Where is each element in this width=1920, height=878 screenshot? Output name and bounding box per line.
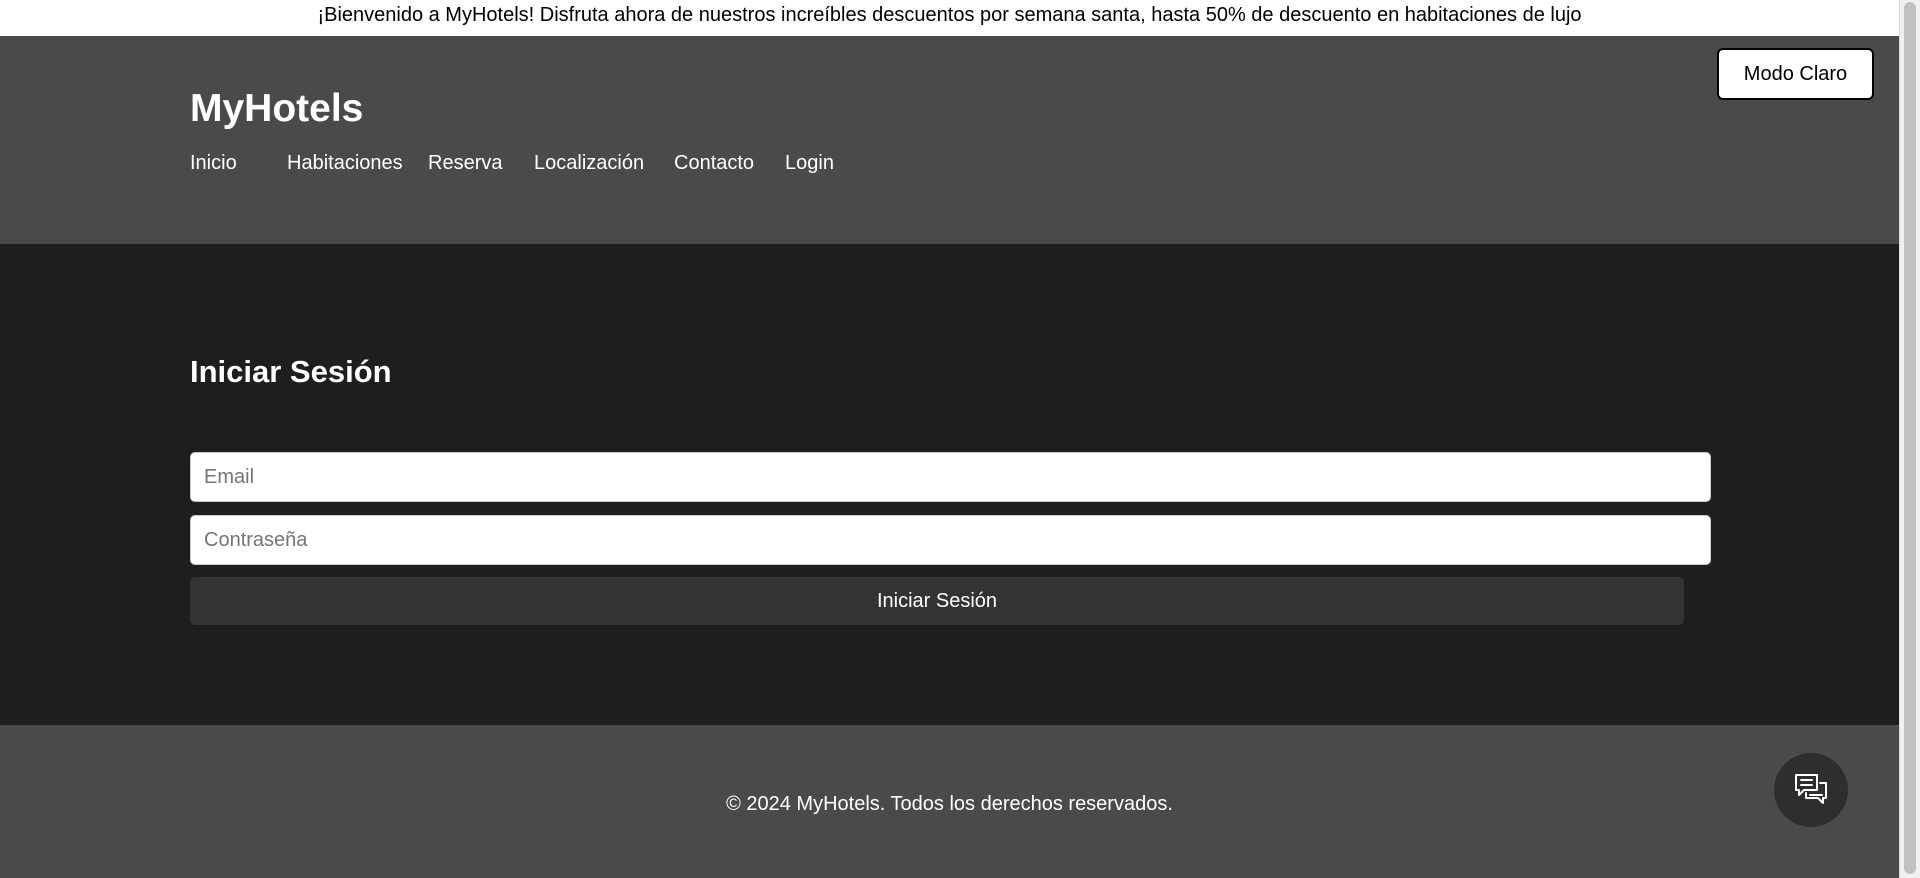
password-field[interactable]	[190, 515, 1711, 565]
brand-logo[interactable]: MyHotels	[190, 86, 363, 133]
nav-item-localizacion[interactable]: Localización	[534, 150, 644, 176]
login-title: Iniciar Sesión	[190, 354, 392, 389]
nav-item-reserva[interactable]: Reserva	[428, 150, 502, 176]
site-header: MyHotels Inicio Habitaciones Reserva Loc…	[0, 36, 1899, 244]
login-section: Iniciar Sesión Iniciar Sesión	[0, 244, 1899, 725]
nav-item-contacto[interactable]: Contacto	[674, 150, 754, 176]
promo-text: ¡Bienvenido a MyHotels! Disfruta ahora d…	[317, 4, 1582, 26]
promo-banner: ¡Bienvenido a MyHotels! Disfruta ahora d…	[0, 0, 1899, 36]
chat-bubbles-icon	[1795, 774, 1827, 804]
chat-button[interactable]	[1774, 753, 1848, 827]
scrollbar-thumb[interactable]	[1904, 2, 1916, 874]
theme-toggle-button[interactable]: Modo Claro	[1717, 48, 1874, 100]
nav-item-habitaciones[interactable]: Habitaciones	[287, 150, 403, 176]
nav-item-login[interactable]: Login	[785, 150, 834, 176]
vertical-scrollbar[interactable]	[1899, 0, 1920, 878]
email-field[interactable]	[190, 452, 1711, 502]
nav-item-inicio[interactable]: Inicio	[190, 150, 237, 176]
copyright-text: © 2024 MyHotels. Todos los derechos rese…	[726, 793, 1173, 815]
login-submit-button[interactable]: Iniciar Sesión	[190, 577, 1684, 625]
page: ¡Bienvenido a MyHotels! Disfruta ahora d…	[0, 0, 1920, 878]
site-footer: © 2024 MyHotels. Todos los derechos rese…	[0, 725, 1899, 878]
